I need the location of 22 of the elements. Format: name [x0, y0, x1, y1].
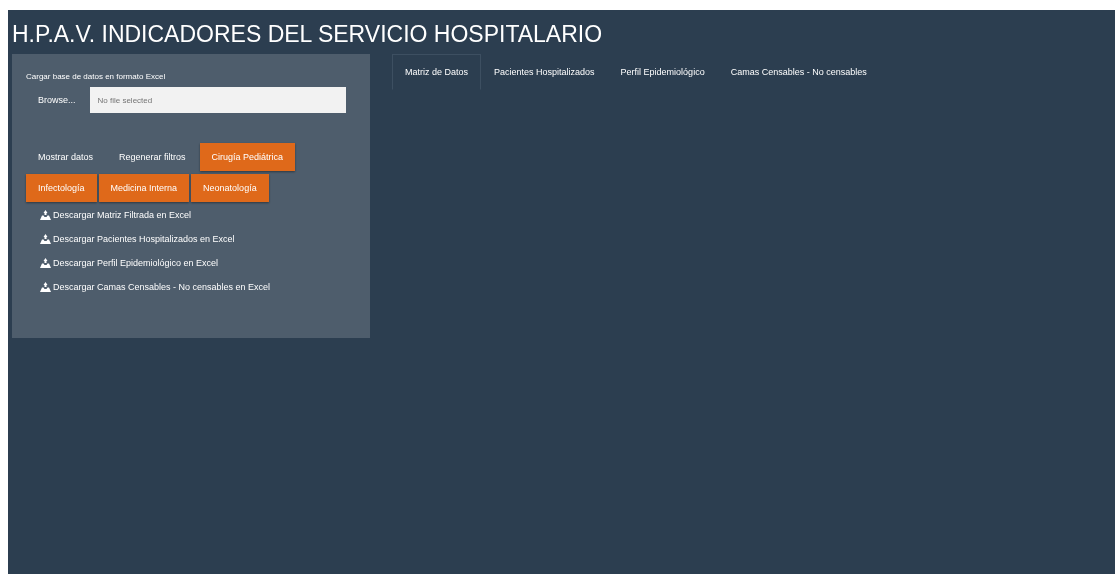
- download-link[interactable]: Descargar Matriz Filtrada en Excel: [40, 210, 360, 220]
- action-button[interactable]: Regenerar filtros: [107, 143, 198, 171]
- filter-button[interactable]: Cirugía Pediátrica: [199, 143, 296, 171]
- download-icon: [40, 282, 51, 292]
- filter-button[interactable]: Medicina Interna: [98, 174, 190, 202]
- tab[interactable]: Camas Censables - No censables: [717, 54, 880, 90]
- tab[interactable]: Pacientes Hospitalizados: [481, 54, 608, 90]
- filter-button[interactable]: Infectología: [26, 174, 97, 202]
- filter-button[interactable]: Neonatología: [191, 174, 269, 202]
- download-icon: [40, 210, 51, 220]
- browse-button[interactable]: Browse...: [38, 95, 76, 105]
- tab[interactable]: Matriz de Datos: [392, 54, 482, 90]
- download-icon: [40, 234, 51, 244]
- tab[interactable]: Perfil Epidemiológico: [607, 54, 718, 90]
- download-icon: [40, 258, 51, 268]
- page-title: H.P.A.V. INDICADORES DEL SERVICIO HOSPITALARIO: [12, 20, 604, 48]
- download-link[interactable]: Descargar Pacientes Hospitalizados en Excel: [40, 234, 360, 244]
- file-name-field[interactable]: No file selected: [89, 87, 346, 113]
- upload-label: Cargar base de datos en formato Excel: [26, 72, 167, 81]
- download-link[interactable]: Descargar Camas Censables - No censables en Excel: [40, 282, 360, 292]
- action-button[interactable]: Mostrar datos: [26, 143, 106, 171]
- download-link[interactable]: Descargar Perfil Epidemiológico en Excel: [40, 258, 360, 268]
